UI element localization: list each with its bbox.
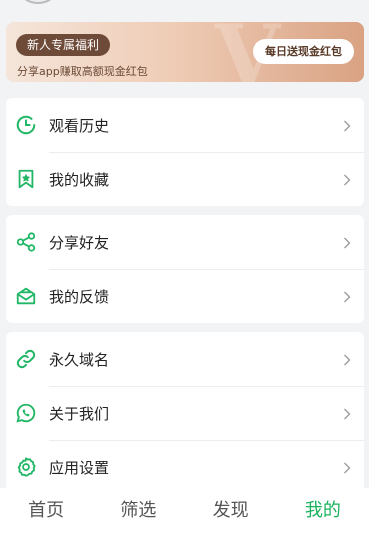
link-icon [14,347,38,371]
chevron-right-icon [340,352,354,366]
banner-subtitle: 分享app赚取高额现金红包 [17,65,148,78]
avatar[interactable] [20,0,56,4]
chevron-right-icon [340,118,354,132]
chevron-right-icon [340,172,354,186]
menu-item-label: 我的收藏 [49,170,110,189]
menu-item-app-settings[interactable]: 应用设置 [6,440,364,492]
chevron-right-icon [340,289,354,303]
menu-item-label: 永久域名 [49,350,110,369]
bookmark-star-icon [14,167,38,191]
tab-filter[interactable]: 筛选 [92,488,184,533]
share-icon [14,230,38,254]
chevron-right-icon [340,460,354,474]
tab-mine[interactable]: 我的 [277,488,369,533]
chevron-right-icon [340,235,354,249]
daily-red-packet-button[interactable]: 每日送现金红包 [253,39,354,64]
tab-home[interactable]: 首页 [0,488,92,533]
menu-group-app: 永久域名 关于我们 应用设置 [6,332,364,492]
feedback-mail-icon [14,284,38,308]
menu-item-about-us[interactable]: 关于我们 [6,386,364,440]
menu-item-watch-history[interactable]: 观看历史 [6,98,364,152]
gear-icon [14,455,38,479]
menu-item-label: 我的反馈 [49,287,110,306]
menu-item-feedback[interactable]: 我的反馈 [6,269,364,323]
menu-item-label: 应用设置 [49,458,110,477]
menu-item-label: 关于我们 [49,404,110,423]
menu-item-favorites[interactable]: 我的收藏 [6,152,364,206]
banner-tag: 新人专属福利 [16,34,111,56]
chat-bubble-icon [14,401,38,425]
bottom-tab-bar: 首页 筛选 发现 我的 [0,488,369,533]
menu-item-label: 观看历史 [49,116,110,135]
tab-discover[interactable]: 发现 [185,488,277,533]
menu-group-social: 分享好友 我的反馈 [6,215,364,323]
menu-item-share-friends[interactable]: 分享好友 [6,215,364,269]
chevron-right-icon [340,406,354,420]
menu-item-label: 分享好友 [49,233,110,252]
clock-icon [14,113,38,137]
welfare-banner[interactable]: V 新人专属福利 分享app赚取高额现金红包 每日送现金红包 [6,22,364,82]
menu-item-permanent-domain[interactable]: 永久域名 [6,332,364,386]
menu-group-history: 观看历史 我的收藏 [6,98,364,206]
